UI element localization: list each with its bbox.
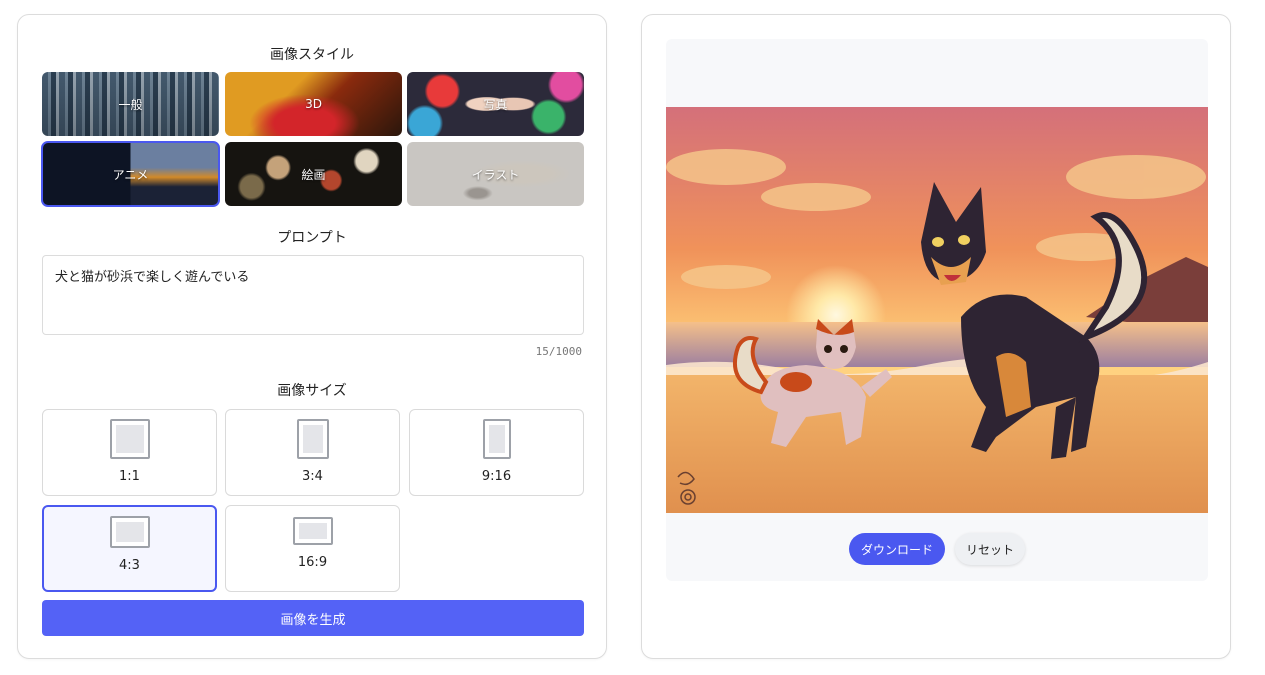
preview-panel: ダウンロード リセット xyxy=(641,14,1231,659)
generate-button[interactable]: 画像を生成 xyxy=(42,600,584,636)
style-option-label: 写真 xyxy=(483,97,508,112)
size-option-9-16[interactable]: 9:16 xyxy=(409,409,584,496)
size-option-1-1[interactable]: 1:1 xyxy=(42,409,217,496)
style-option-label: イラスト xyxy=(471,167,520,182)
download-button[interactable]: ダウンロード xyxy=(849,533,945,565)
style-section-title: 画像スタイル xyxy=(270,47,354,63)
prompt-textarea[interactable]: 犬と猫が砂浜で楽しく遊んでいる xyxy=(42,255,584,335)
size-option-16-9[interactable]: 16:9 xyxy=(225,505,400,592)
landscape-frame-icon xyxy=(109,516,150,548)
style-option-label: アニメ xyxy=(112,167,149,182)
size-option-label: 16:9 xyxy=(297,555,328,570)
reset-button[interactable]: リセット xyxy=(955,533,1025,565)
char-count: 15/1000 xyxy=(535,345,582,358)
settings-panel: 画像スタイル 一般 3D 写真 アニメ 絵画 イラスト プロンプト 犬と猫が砂浜… xyxy=(17,14,607,659)
size-option-label: 1:1 xyxy=(119,469,140,484)
style-option-label: 一般 xyxy=(118,97,143,112)
size-option-3-4[interactable]: 3:4 xyxy=(225,409,400,496)
style-option-illustration[interactable]: イラスト xyxy=(407,142,584,206)
style-option-label: 3D xyxy=(305,97,322,111)
generated-image xyxy=(666,107,1208,513)
style-option-anime[interactable]: アニメ xyxy=(41,141,220,207)
style-option-general[interactable]: 一般 xyxy=(42,72,219,136)
wide-frame-icon xyxy=(292,517,333,545)
square-frame-icon xyxy=(109,419,150,459)
size-option-label: 4:3 xyxy=(119,558,140,573)
preview-area: ダウンロード リセット xyxy=(666,39,1208,581)
style-option-painting[interactable]: 絵画 xyxy=(225,142,402,206)
size-option-4-3[interactable]: 4:3 xyxy=(42,505,217,592)
style-option-photo[interactable]: 写真 xyxy=(407,72,584,136)
style-option-3d[interactable]: 3D xyxy=(225,72,402,136)
portrait-frame-icon xyxy=(296,419,329,459)
prompt-section-title: プロンプト xyxy=(277,230,347,246)
sand xyxy=(666,375,1208,513)
size-option-label: 3:4 xyxy=(302,469,323,484)
size-option-label: 9:16 xyxy=(481,469,512,484)
style-option-label: 絵画 xyxy=(301,167,326,182)
tall-frame-icon xyxy=(482,419,511,459)
size-section-title: 画像サイズ xyxy=(277,383,347,399)
